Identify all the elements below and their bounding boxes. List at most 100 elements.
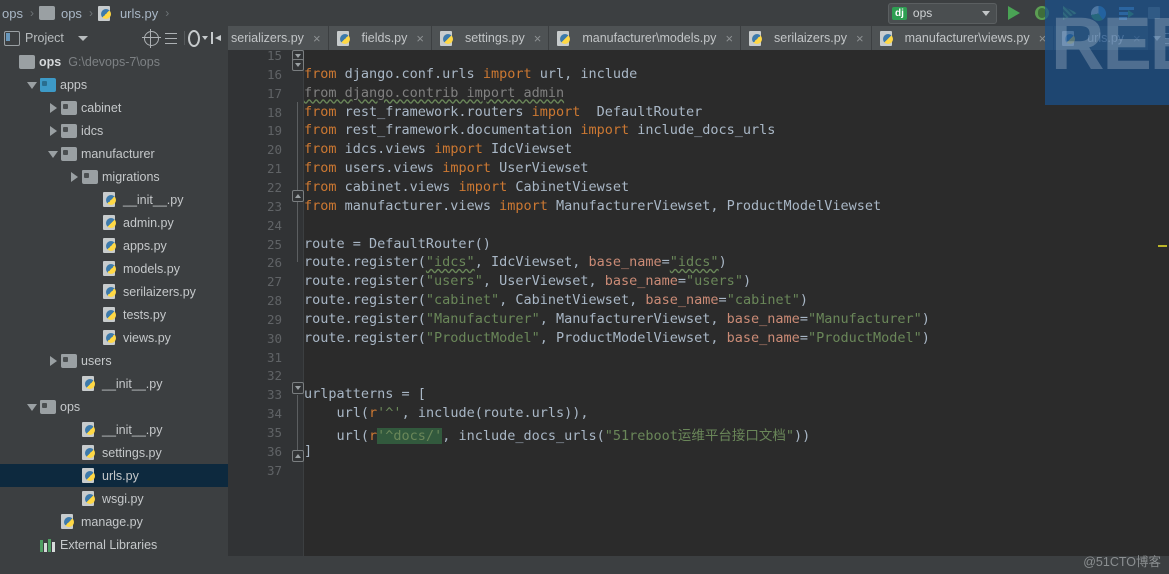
tree-item-apps-py[interactable]: apps.py xyxy=(0,234,228,257)
tree-item-idcs[interactable]: idcs xyxy=(0,119,228,142)
code-content[interactable]: 15 16 from django.conf.urls import url, in… xyxy=(228,50,1169,574)
chevron-right-icon[interactable] xyxy=(69,171,80,182)
tree-item-models-py[interactable]: models.py xyxy=(0,257,228,280)
tree-item-settings-py[interactable]: settings.py xyxy=(0,441,228,464)
collapse-all-icon xyxy=(164,32,178,45)
warning-marker[interactable] xyxy=(1158,245,1167,247)
breadcrumb-item-ops[interactable]: ops xyxy=(38,6,84,21)
chevron-down-icon[interactable] xyxy=(27,401,38,412)
tab-list-button[interactable] xyxy=(1149,26,1169,50)
code-line[interactable]: route.register("cabinet", CabinetViewset… xyxy=(304,292,808,308)
close-icon[interactable]: × xyxy=(1039,31,1047,46)
tree-item-cabinet[interactable]: cabinet xyxy=(0,96,228,119)
tree-item-urls-py[interactable]: urls.py xyxy=(0,464,228,487)
line-number: 23 xyxy=(266,198,282,214)
tree-item-tests-py[interactable]: tests.py xyxy=(0,303,228,326)
folder-icon xyxy=(61,123,77,138)
scroll-from-source-button[interactable] xyxy=(141,28,161,48)
tree-item-label: __init__.py xyxy=(123,192,184,207)
breadcrumb-item-root[interactable]: ops xyxy=(0,6,25,21)
code-line[interactable]: urlpatterns = [ xyxy=(304,386,426,402)
code-line[interactable]: route.register("idcs", IdcViewset, base_… xyxy=(304,254,727,270)
tree-item-migrations[interactable]: migrations xyxy=(0,165,228,188)
tree-item-external libraries[interactable]: External Libraries xyxy=(0,533,228,556)
code-line[interactable]: url(r'^', include(route.urls)), xyxy=(304,405,589,421)
tree-item-manufacturer[interactable]: manufacturer xyxy=(0,142,228,165)
editor-tab-label: settings.py xyxy=(464,31,525,45)
tree-item-manage-py[interactable]: manage.py xyxy=(0,510,228,533)
tree-item---init---py[interactable]: __init__.py xyxy=(0,188,228,211)
close-icon[interactable]: × xyxy=(725,31,733,46)
code-line[interactable]: ] xyxy=(304,443,312,459)
tree-item-apps[interactable]: apps xyxy=(0,73,228,96)
tree-item-serilaizers-py[interactable]: serilaizers.py xyxy=(0,280,228,303)
code-line[interactable]: route.register("ProductModel", ProductMo… xyxy=(304,330,930,346)
code-line[interactable]: from manufacturer.views import Manufactu… xyxy=(304,198,881,214)
code-line[interactable]: from django.contrib import admin xyxy=(304,85,564,101)
chevron-down-icon[interactable] xyxy=(27,79,38,90)
tree-item---init---py[interactable]: __init__.py xyxy=(0,418,228,441)
tree-item-ops[interactable]: ops G:\devops-7\ops xyxy=(0,50,228,73)
chevron-right-icon[interactable] xyxy=(48,355,59,366)
code-line[interactable]: route.register("users", UserViewset, bas… xyxy=(304,273,751,289)
tree-item-admin-py[interactable]: admin.py xyxy=(0,211,228,234)
close-icon[interactable]: × xyxy=(534,31,542,46)
code-line[interactable]: from rest_framework.documentation import… xyxy=(304,122,775,138)
editor-tab-serilaizers-py[interactable]: serilaizers.py × xyxy=(741,26,872,50)
chevron-right-icon[interactable] xyxy=(48,125,59,136)
tree-item-views-py[interactable]: views.py xyxy=(0,326,228,349)
editor-tab-settings-py[interactable]: settings.py × xyxy=(431,26,550,50)
tree-item-label: views.py xyxy=(123,330,171,345)
editor-tab-fields-py[interactable]: fields.py × xyxy=(328,26,432,50)
collapse-all-button[interactable] xyxy=(161,28,181,48)
breadcrumb-item-file[interactable]: urls.py xyxy=(97,5,160,21)
tree-item---init---py[interactable]: __init__.py xyxy=(0,372,228,395)
code-line[interactable]: from users.views import UserViewset xyxy=(304,160,589,176)
editor-tab-bar[interactable]: serializers.py × fields.py × settings.py × man… xyxy=(228,26,1169,50)
chevron-right-icon[interactable] xyxy=(48,102,59,113)
editor-tab-label: fields.py xyxy=(361,31,408,45)
editor-scrollbar[interactable] xyxy=(1155,50,1169,574)
chevron-down-icon[interactable] xyxy=(77,35,88,41)
code-editor[interactable]: 15 16 from django.conf.urls import url, in… xyxy=(228,50,1169,574)
project-tree[interactable]: ops G:\devops-7\ops apps cabinet idcs manufac… xyxy=(0,50,228,574)
close-icon[interactable]: × xyxy=(856,31,864,46)
tree-item-wsgi-py[interactable]: wsgi.py xyxy=(0,487,228,510)
line-number: 26 xyxy=(266,255,282,271)
stop-button[interactable] xyxy=(1143,2,1165,24)
line-number: 35 xyxy=(266,425,282,440)
hide-panel-button[interactable] xyxy=(208,28,228,48)
code-line[interactable]: from idcs.views import IdcViewset xyxy=(304,141,572,157)
python-file-icon xyxy=(103,330,119,345)
profile-button[interactable] xyxy=(1087,2,1109,24)
settings-button[interactable] xyxy=(188,28,208,48)
close-icon[interactable]: × xyxy=(313,31,321,46)
editor-tab-urls-py[interactable]: urls.py × xyxy=(1054,26,1149,50)
line-number: 19 xyxy=(266,123,282,139)
debug-button[interactable] xyxy=(1031,2,1053,24)
code-line[interactable]: url(r'^docs/', include_docs_urls("51rebo… xyxy=(304,424,810,444)
editor-tab-manufacturer-models-py[interactable]: manufacturer\models.py × xyxy=(549,26,742,50)
code-line[interactable]: from cabinet.views import CabinetViewset xyxy=(304,179,629,195)
close-icon[interactable]: × xyxy=(416,31,424,46)
code-line[interactable]: route = DefaultRouter() xyxy=(304,236,491,252)
coverage-button[interactable] xyxy=(1059,2,1081,24)
run-configuration-selector[interactable]: dj ops xyxy=(888,2,997,24)
chevron-down-icon[interactable] xyxy=(48,148,59,159)
code-line[interactable]: from rest_framework.routers import Defau… xyxy=(304,104,702,120)
code-line[interactable]: route.register("Manufacturer", Manufactu… xyxy=(304,311,930,327)
editor-tab-manufacturer-views-py[interactable]: manufacturer\views.py × xyxy=(871,26,1055,50)
editor-tab-serializers-py[interactable]: serializers.py × xyxy=(228,26,329,50)
python-file-icon xyxy=(103,215,119,230)
tree-item-users[interactable]: users xyxy=(0,349,228,372)
breadcrumb-separator-icon: › xyxy=(29,6,34,20)
tree-item-label: idcs xyxy=(81,123,104,138)
run-button[interactable] xyxy=(1003,2,1025,24)
code-line[interactable]: from django.conf.urls import url, includ… xyxy=(304,66,637,82)
close-icon[interactable]: × xyxy=(1133,31,1141,46)
status-strip xyxy=(228,556,1169,574)
attach-button[interactable] xyxy=(1115,2,1137,24)
tree-item-ops[interactable]: ops xyxy=(0,395,228,418)
